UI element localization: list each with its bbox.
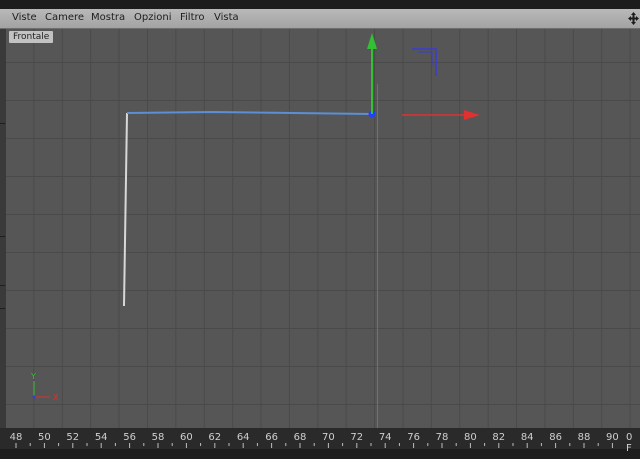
viewport-scene: Y X bbox=[30, 33, 480, 428]
timeline-tick-label: 58 bbox=[151, 432, 165, 443]
gizmo-plane-handle-icon bbox=[412, 48, 437, 76]
menu-viste[interactable]: Viste bbox=[12, 12, 37, 23]
timeline-tick-label: 72 bbox=[350, 432, 364, 443]
timeline-tick-label: 52 bbox=[66, 432, 80, 443]
timeline-tick-label: 76 bbox=[407, 432, 420, 443]
timeline-tick-label: 82 bbox=[492, 432, 506, 443]
menu-camere[interactable]: Camere bbox=[45, 12, 84, 23]
world-axis-indicator-icon bbox=[32, 381, 50, 399]
menu-vista[interactable]: Vista bbox=[214, 12, 239, 23]
spline-selected-segment bbox=[126, 110, 373, 115]
bottom-toolbar-strip bbox=[0, 449, 640, 459]
menu-mostra[interactable]: Mostra bbox=[91, 12, 125, 23]
timeline-tick-label: 88 bbox=[577, 432, 591, 443]
front-viewport[interactable]: Frontale Y X bbox=[6, 29, 640, 428]
timeline-tick-label: 54 bbox=[94, 432, 108, 443]
spline-vertical-segment bbox=[123, 112, 128, 307]
timeline-tick-label: 64 bbox=[236, 432, 250, 443]
gizmo-x-arrow-icon bbox=[402, 110, 480, 120]
menu-filtro[interactable]: Filtro bbox=[180, 12, 205, 23]
timeline-tick-label: 68 bbox=[293, 432, 307, 443]
timeline-tick-label: 70 bbox=[322, 432, 335, 443]
timeline-tick-label: 86 bbox=[549, 432, 562, 443]
axis-x-label: X bbox=[53, 393, 59, 402]
timeline-tick-label: 56 bbox=[123, 432, 136, 443]
timeline-tick-label: 84 bbox=[520, 432, 534, 443]
axis-y-label: Y bbox=[30, 372, 36, 381]
title-strip bbox=[0, 0, 640, 9]
move-view-icon[interactable] bbox=[627, 11, 640, 26]
timeline-tick-label: 80 bbox=[464, 432, 477, 443]
timeline-tick-label: 90 bbox=[606, 432, 619, 443]
timeline-tick-label: 50 bbox=[38, 432, 51, 443]
timeline-tick-label: 78 bbox=[435, 432, 449, 443]
timeline-tick-label: 60 bbox=[180, 432, 193, 443]
current-frame-display: 0 F bbox=[626, 432, 633, 454]
menu-opzioni[interactable]: Opzioni bbox=[134, 12, 171, 23]
timeline-tick-label: 62 bbox=[208, 432, 222, 443]
timeline-tick-label: 74 bbox=[378, 432, 392, 443]
gizmo-y-arrow-icon bbox=[367, 33, 377, 114]
timeline-tick-label: 66 bbox=[265, 432, 278, 443]
viewport-menubar: Viste Camere Mostra Opzioni Filtro Vista bbox=[0, 9, 640, 29]
timeline-tick-label: 48 bbox=[9, 432, 23, 443]
